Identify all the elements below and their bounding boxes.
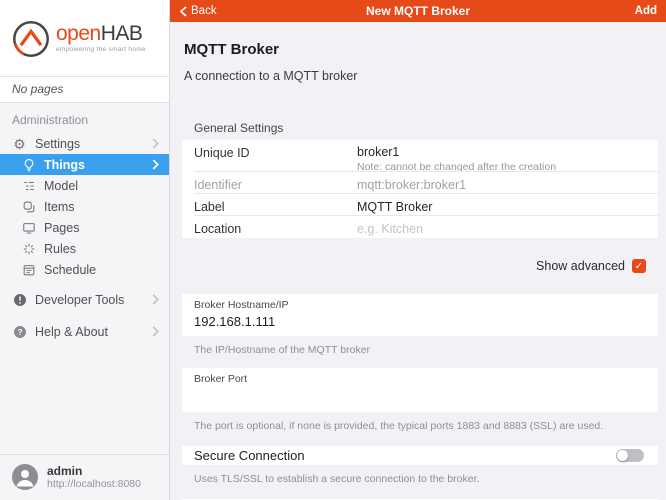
brand-text: openHAB empowering the smart home <box>56 23 146 53</box>
back-button[interactable]: Back <box>179 5 217 17</box>
developer-tools-icon <box>12 292 27 307</box>
general-settings-card: Unique ID broker1 Note: cannot be change… <box>182 140 658 238</box>
copy-icon <box>21 199 36 214</box>
page-title: MQTT Broker <box>184 41 652 58</box>
location-row[interactable]: Location <box>182 216 658 238</box>
user-name: admin <box>47 464 141 478</box>
sidebar-item-pages[interactable]: Pages <box>0 217 169 238</box>
unique-id-row[interactable]: Unique ID broker1 Note: cannot be change… <box>182 140 658 172</box>
identifier-label: Identifier <box>194 172 357 192</box>
label-field-value[interactable]: MQTT Broker <box>357 194 432 214</box>
sidebar-item-label: Things <box>44 158 85 172</box>
broker-port-helper: The port is optional, if none is provide… <box>194 420 642 432</box>
unique-id-label: Unique ID <box>194 140 357 160</box>
brand-tagline: empowering the smart home <box>56 46 146 53</box>
show-advanced-label: Show advanced <box>536 259 625 273</box>
sidebar-item-help-about[interactable]: ? Help & About <box>0 321 169 342</box>
general-settings-label: General Settings <box>194 121 642 135</box>
server-url: http://localhost:8080 <box>47 478 141 490</box>
broker-port-label: Broker Port <box>194 373 646 385</box>
sidebar-item-label: Schedule <box>44 263 96 277</box>
sidebar-item-label: Settings <box>35 137 80 151</box>
gear-icon: ⚙ <box>12 136 27 151</box>
toggle-knob <box>617 450 628 461</box>
unique-id-value[interactable]: broker1 <box>357 140 556 159</box>
sidebar: openHAB empowering the smart home No pag… <box>0 0 170 500</box>
broker-hostname-helper: The IP/Hostname of the MQTT broker <box>194 344 642 356</box>
sidebar-item-label: Model <box>44 179 78 193</box>
brand-hab: HAB <box>101 22 143 45</box>
broker-port-input[interactable] <box>194 388 646 403</box>
main-panel: Back New MQTT Broker Add MQTT Broker A c… <box>170 0 666 500</box>
checkmark-icon: ✓ <box>635 261 643 272</box>
model-tree-icon <box>21 178 36 193</box>
broker-hostname-value[interactable]: 192.168.1.111 <box>194 314 646 329</box>
sidebar-item-settings[interactable]: ⚙ Settings <box>0 133 169 154</box>
sidebar-item-label: Help & About <box>35 325 108 339</box>
sidebar-item-items[interactable]: Items <box>0 196 169 217</box>
chevron-left-icon <box>179 6 188 17</box>
admin-section-label: Administration <box>0 103 169 133</box>
broker-hostname-card[interactable]: Broker Hostname/IP 192.168.1.111 <box>182 294 658 336</box>
sidebar-item-label: Items <box>44 200 75 214</box>
sidebar-menu: Administration ⚙ Settings Things Model <box>0 103 169 500</box>
no-pages-label: No pages <box>0 76 169 103</box>
openhab-logo-icon <box>10 18 52 65</box>
openhab-logo: openHAB empowering the smart home <box>0 0 169 76</box>
sidebar-item-model[interactable]: Model <box>0 175 169 196</box>
label-field-label: Label <box>194 194 357 214</box>
help-icon: ? <box>12 324 27 339</box>
show-advanced-checkbox[interactable]: ✓ <box>632 259 646 273</box>
secure-connection-helper: Uses TLS/SSL to establish a secure conne… <box>194 473 642 485</box>
show-advanced-row: Show advanced ✓ <box>170 259 646 273</box>
calendar-icon <box>21 262 36 277</box>
page-content: MQTT Broker A connection to a MQTT broke… <box>170 22 666 500</box>
chevron-right-icon <box>150 294 161 305</box>
monitor-icon <box>21 220 36 235</box>
identifier-value: mqtt:broker:broker1 <box>357 172 466 192</box>
sidebar-item-things[interactable]: Things <box>0 154 169 175</box>
lightbulb-icon <box>21 157 36 172</box>
secure-connection-toggle[interactable] <box>616 449 644 462</box>
chevron-right-icon <box>150 159 161 170</box>
label-row[interactable]: Label MQTT Broker <box>182 194 658 216</box>
broker-hostname-label: Broker Hostname/IP <box>194 299 646 311</box>
page-navbar-title: New MQTT Broker <box>366 4 470 18</box>
chevron-right-icon <box>150 326 161 337</box>
location-label: Location <box>194 216 357 236</box>
secure-connection-card: Secure Connection <box>182 446 658 465</box>
brand-open: open <box>56 22 101 45</box>
avatar <box>12 464 38 490</box>
location-input[interactable] <box>357 216 557 236</box>
sidebar-item-rules[interactable]: Rules <box>0 238 169 259</box>
sidebar-item-developer-tools[interactable]: Developer Tools <box>0 289 169 310</box>
navbar: Back New MQTT Broker Add <box>170 0 666 22</box>
page-description: A connection to a MQTT broker <box>184 69 652 83</box>
chevron-right-icon <box>150 138 161 149</box>
svg-text:?: ? <box>17 327 22 336</box>
sidebar-item-label: Rules <box>44 242 76 256</box>
back-label: Back <box>191 5 217 17</box>
spark-icon <box>21 241 36 256</box>
identifier-row: Identifier mqtt:broker:broker1 <box>182 172 658 194</box>
sidebar-item-label: Developer Tools <box>35 293 124 307</box>
user-account[interactable]: admin http://localhost:8080 <box>0 454 169 500</box>
broker-port-card[interactable]: Broker Port <box>182 368 658 412</box>
sidebar-item-label: Pages <box>44 221 79 235</box>
sidebar-item-schedule[interactable]: Schedule <box>0 259 169 280</box>
add-button[interactable]: Add <box>635 5 657 17</box>
secure-connection-label: Secure Connection <box>194 448 305 463</box>
